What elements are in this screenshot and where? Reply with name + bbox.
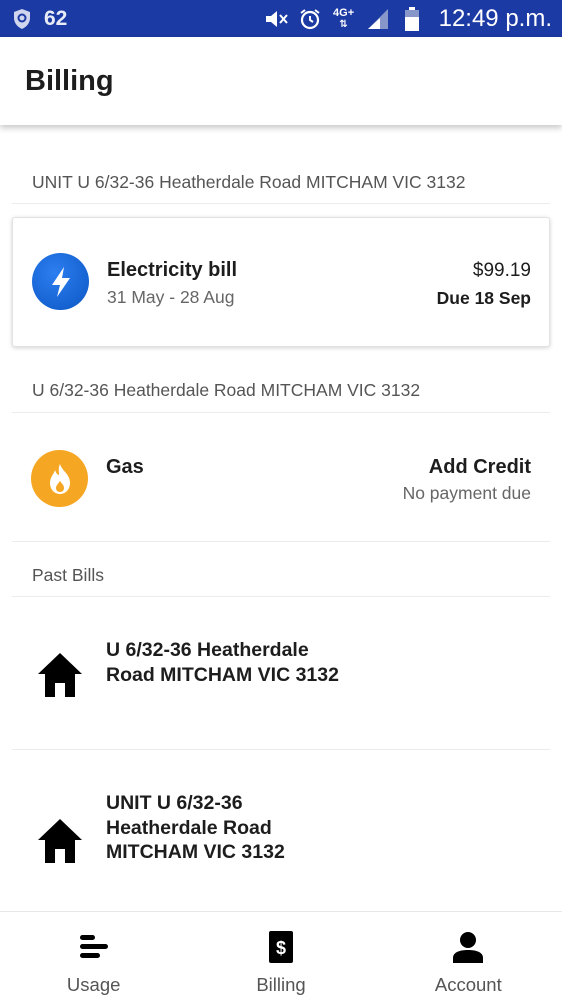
status-time: 12:49 p.m. — [438, 4, 552, 32]
battery-icon — [399, 6, 425, 32]
person-icon — [452, 930, 484, 964]
usage-bars-icon — [78, 930, 110, 964]
nav-label: Billing — [256, 974, 306, 995]
lightning-bolt-icon — [32, 253, 89, 310]
mute-icon — [263, 6, 289, 32]
billing-content[interactable]: UNIT U 6/32-36 Heatherdale Road MITCHAM … — [0, 125, 562, 911]
nav-tab-billing[interactable]: $ Billing — [187, 912, 374, 999]
address-line: Heatherdale Road — [106, 816, 272, 839]
dollar-document-icon: $ — [265, 930, 297, 964]
address-line: MITCHAM VIC 3132 — [106, 841, 285, 863]
app-bar: Billing — [0, 37, 562, 125]
payment-status: No payment due — [402, 483, 531, 503]
past-bill-item[interactable]: UNIT U 6/32-36 Heatherdale Road MITCHAM … — [0, 750, 562, 910]
network-type-label: 4G+ — [333, 6, 355, 19]
house-icon — [38, 819, 82, 863]
past-bill-address: U 6/32-36 Heatherdale Road MITCHAM VIC 3… — [106, 638, 339, 687]
bottom-navigation: Usage $ Billing Account — [0, 911, 562, 999]
page-title: Billing — [25, 65, 114, 97]
nav-tab-account[interactable]: Account — [375, 912, 562, 999]
address-line: Road MITCHAM VIC 3132 — [106, 663, 339, 686]
address-line: UNIT U 6/32-36 — [106, 792, 243, 814]
past-bill-item[interactable]: U 6/32-36 Heatherdale Road MITCHAM VIC 3… — [0, 597, 562, 749]
divider — [12, 541, 550, 542]
divider — [12, 412, 550, 413]
nav-tab-usage[interactable]: Usage — [0, 912, 187, 999]
nav-label: Usage — [66, 974, 121, 995]
account-address-label: UNIT U 6/32-36 Heatherdale Road MITCHAM … — [32, 172, 466, 192]
data-arrows-icon: ⇅ — [339, 18, 348, 30]
nav-label: Account — [434, 974, 502, 995]
past-bill-address: UNIT U 6/32-36 Heatherdale Road MITCHAM … — [106, 791, 285, 865]
shield-app-icon — [14, 8, 30, 29]
bill-amount: $99.19 — [472, 260, 531, 281]
network-type-indicator: 4G+ ⇅ — [331, 6, 357, 32]
address-line: U 6/32-36 Heatherdale — [106, 639, 309, 661]
electricity-bill-card[interactable]: Electricity bill 31 May - 28 Aug $99.19 … — [12, 217, 550, 347]
flame-icon — [31, 450, 88, 507]
add-credit-button[interactable]: Add Credit — [429, 456, 531, 479]
bill-type-label: Electricity bill — [107, 259, 238, 281]
battery-percentage: 62 — [44, 6, 68, 30]
house-icon — [38, 653, 82, 697]
alarm-icon — [297, 6, 323, 32]
signal-strength-icon — [365, 6, 391, 32]
divider — [12, 203, 550, 204]
account-address-label: U 6/32-36 Heatherdale Road MITCHAM VIC 3… — [32, 380, 421, 400]
past-bills-heading: Past Bills — [32, 565, 104, 585]
status-bar: 62 4G+ ⇅ 12:49 p.m. — [0, 0, 562, 37]
bill-due-date: Due 18 Sep — [436, 288, 531, 308]
bill-type-label: Gas — [106, 456, 144, 478]
bill-period: 31 May - 28 Aug — [107, 287, 235, 307]
svg-text:$: $ — [276, 938, 286, 958]
